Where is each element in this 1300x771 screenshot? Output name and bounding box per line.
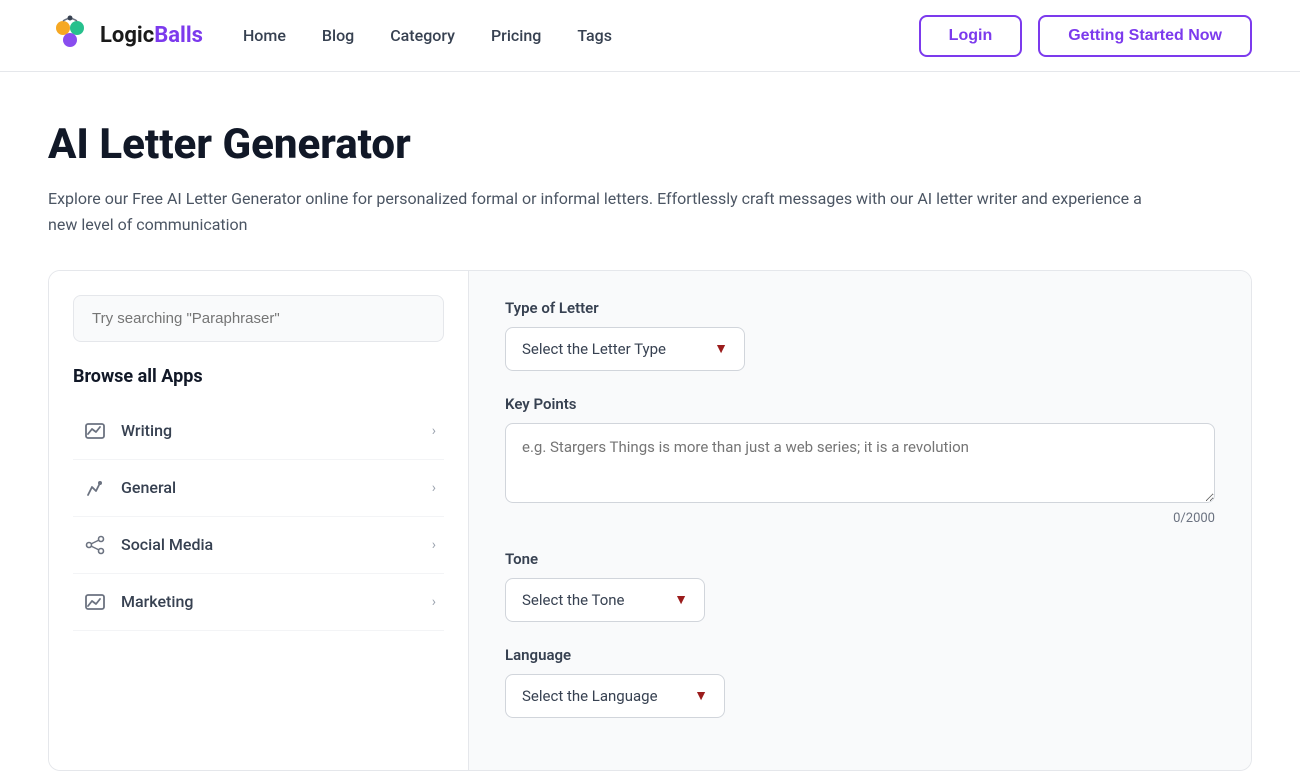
- chevron-right-social-media: ›: [432, 537, 436, 553]
- tone-dropdown[interactable]: Select the Tone ▼: [505, 578, 705, 622]
- sidebar-item-writing[interactable]: Writing ›: [73, 403, 444, 460]
- char-count: 0/2000: [505, 511, 1215, 526]
- tone-label: Tone: [505, 550, 1215, 568]
- sidebar-item-marketing[interactable]: Marketing ›: [73, 574, 444, 631]
- search-input[interactable]: [73, 295, 444, 342]
- chevron-right-marketing: ›: [432, 594, 436, 610]
- sidebar-label-general: General: [121, 478, 176, 497]
- language-arrow: ▼: [694, 687, 708, 704]
- login-button[interactable]: Login: [919, 15, 1023, 57]
- language-group: Language Select the Language ▼: [505, 646, 1215, 718]
- letter-type-value: Select the Letter Type: [522, 340, 666, 358]
- logo-text: LogicBalls: [100, 23, 203, 48]
- content-grid: Browse all Apps Writing ›: [48, 270, 1252, 771]
- marketing-icon: [81, 588, 109, 616]
- tone-arrow: ▼: [674, 591, 688, 608]
- writing-icon: [81, 417, 109, 445]
- letter-type-dropdown[interactable]: Select the Letter Type ▼: [505, 327, 745, 371]
- language-dropdown[interactable]: Select the Language ▼: [505, 674, 725, 718]
- nav-pricing[interactable]: Pricing: [491, 26, 541, 45]
- tone-group: Tone Select the Tone ▼: [505, 550, 1215, 622]
- social-media-icon: [81, 531, 109, 559]
- browse-title: Browse all Apps: [73, 366, 444, 387]
- letter-type-label: Type of Letter: [505, 299, 1215, 317]
- key-points-label: Key Points: [505, 395, 1215, 413]
- sidebar-label-marketing: Marketing: [121, 592, 193, 611]
- letter-type-arrow: ▼: [714, 340, 728, 357]
- nav-home[interactable]: Home: [243, 26, 286, 45]
- nav-tags[interactable]: Tags: [577, 26, 612, 45]
- letter-type-group: Type of Letter Select the Letter Type ▼: [505, 299, 1215, 371]
- get-started-button[interactable]: Getting Started Now: [1038, 15, 1252, 57]
- key-points-group: Key Points 0/2000: [505, 395, 1215, 526]
- logo-icon: [48, 14, 92, 58]
- left-panel: Browse all Apps Writing ›: [49, 271, 469, 770]
- page-description: Explore our Free AI Letter Generator onl…: [48, 186, 1148, 237]
- nav-category[interactable]: Category: [390, 26, 455, 45]
- nav-blog[interactable]: Blog: [322, 26, 354, 45]
- logo[interactable]: LogicBalls: [48, 14, 203, 58]
- page-title: AI Letter Generator: [48, 120, 1252, 170]
- tone-value: Select the Tone: [522, 591, 625, 609]
- language-label: Language: [505, 646, 1215, 664]
- key-points-textarea[interactable]: [505, 423, 1215, 503]
- chevron-right-writing: ›: [432, 423, 436, 439]
- sidebar-item-general[interactable]: General ›: [73, 460, 444, 517]
- general-icon: [81, 474, 109, 502]
- header-actions: Login Getting Started Now: [919, 15, 1252, 57]
- sidebar-label-writing: Writing: [121, 421, 172, 440]
- main-nav: Home Blog Category Pricing Tags: [243, 26, 919, 45]
- sidebar-item-social-media[interactable]: Social Media ›: [73, 517, 444, 574]
- chevron-right-general: ›: [432, 480, 436, 496]
- right-panel: Type of Letter Select the Letter Type ▼ …: [469, 271, 1251, 770]
- sidebar-label-social-media: Social Media: [121, 535, 213, 554]
- language-value: Select the Language: [522, 687, 658, 705]
